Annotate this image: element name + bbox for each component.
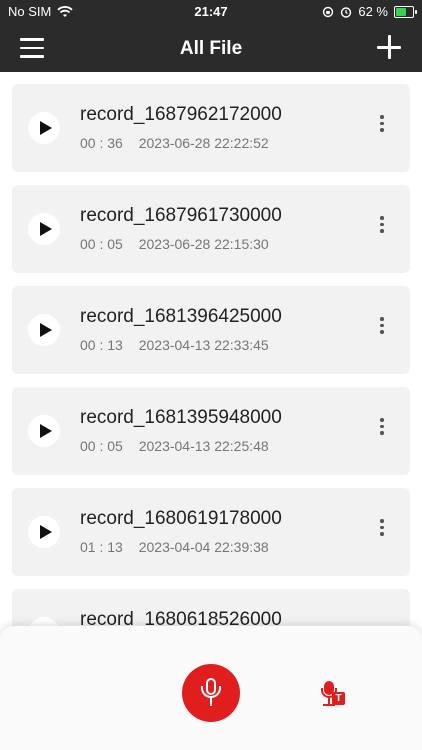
recording-item[interactable]: record_1681396425000 00 : 13 2023-04-13 …: [12, 286, 410, 374]
recording-name: record_1687961730000: [80, 205, 282, 226]
recording-item[interactable]: record_1687962172000 00 : 36 2023-06-28 …: [12, 84, 410, 172]
transcribe-badge: T: [332, 692, 345, 705]
recording-duration: 00 : 05: [80, 438, 123, 454]
recording-meta: 00 : 36 2023-06-28 22:22:52: [80, 135, 269, 151]
orientation-lock-icon: [323, 6, 334, 17]
alarm-icon: [341, 6, 352, 18]
microphone-text-icon[interactable]: T: [318, 680, 346, 708]
recording-item[interactable]: record_1687961730000 00 : 05 2023-06-28 …: [12, 185, 410, 273]
recording-duration: 00 : 36: [80, 135, 123, 151]
recording-datetime: 2023-06-28 22:15:30: [138, 236, 269, 252]
more-options-icon[interactable]: [376, 112, 388, 144]
play-icon[interactable]: [28, 112, 60, 144]
battery-level-fill: [396, 7, 406, 16]
recording-datetime: 2023-04-13 22:33:45: [138, 337, 269, 353]
nav-bar: All File: [0, 30, 422, 70]
recording-meta: 01 : 13 2023-04-04 22:39:38: [80, 539, 269, 555]
recording-duration: 01 : 13: [80, 539, 123, 555]
more-options-icon[interactable]: [376, 314, 388, 346]
recording-datetime: 2023-06-28 22:22:52: [138, 135, 269, 151]
more-options-icon[interactable]: [376, 213, 388, 245]
status-right: 62 %: [322, 4, 417, 19]
recording-name: record_1680619178000: [80, 508, 282, 529]
page-title: All File: [179, 38, 243, 59]
status-bar: No SIM 21:47 62 %: [0, 0, 422, 24]
recording-datetime: 2023-04-04 22:39:38: [138, 539, 269, 555]
add-icon[interactable]: [376, 34, 402, 60]
play-icon[interactable]: [28, 516, 60, 548]
recording-datetime: 2023-04-13 22:25:48: [138, 438, 269, 454]
play-icon[interactable]: [28, 415, 60, 447]
recording-duration: 00 : 13: [80, 337, 123, 353]
record-controls-panel: T: [0, 626, 422, 750]
battery-charging-icon: [394, 5, 417, 18]
recording-name: record_1687962172000: [80, 104, 282, 125]
more-options-icon[interactable]: [376, 516, 388, 548]
play-icon[interactable]: [28, 314, 60, 346]
recording-name: record_1681396425000: [80, 306, 282, 327]
battery-percentage: 62 %: [358, 4, 388, 19]
play-icon[interactable]: [28, 213, 60, 245]
recording-name: record_1681395948000: [80, 407, 282, 428]
recording-duration: 00 : 05: [80, 236, 123, 252]
recording-meta: 00 : 05 2023-04-13 22:25:48: [80, 438, 269, 454]
app-header: No SIM 21:47 62 % All File: [0, 0, 422, 72]
more-options-icon[interactable]: [376, 415, 388, 447]
recording-item[interactable]: record_1680619178000 01 : 13 2023-04-04 …: [12, 488, 410, 576]
recording-meta: 00 : 05 2023-06-28 22:15:30: [80, 236, 269, 252]
record-microphone-button[interactable]: [182, 664, 240, 722]
recording-meta: 00 : 13 2023-04-13 22:33:45: [80, 337, 269, 353]
recording-item[interactable]: record_1681395948000 00 : 05 2023-04-13 …: [12, 387, 410, 475]
